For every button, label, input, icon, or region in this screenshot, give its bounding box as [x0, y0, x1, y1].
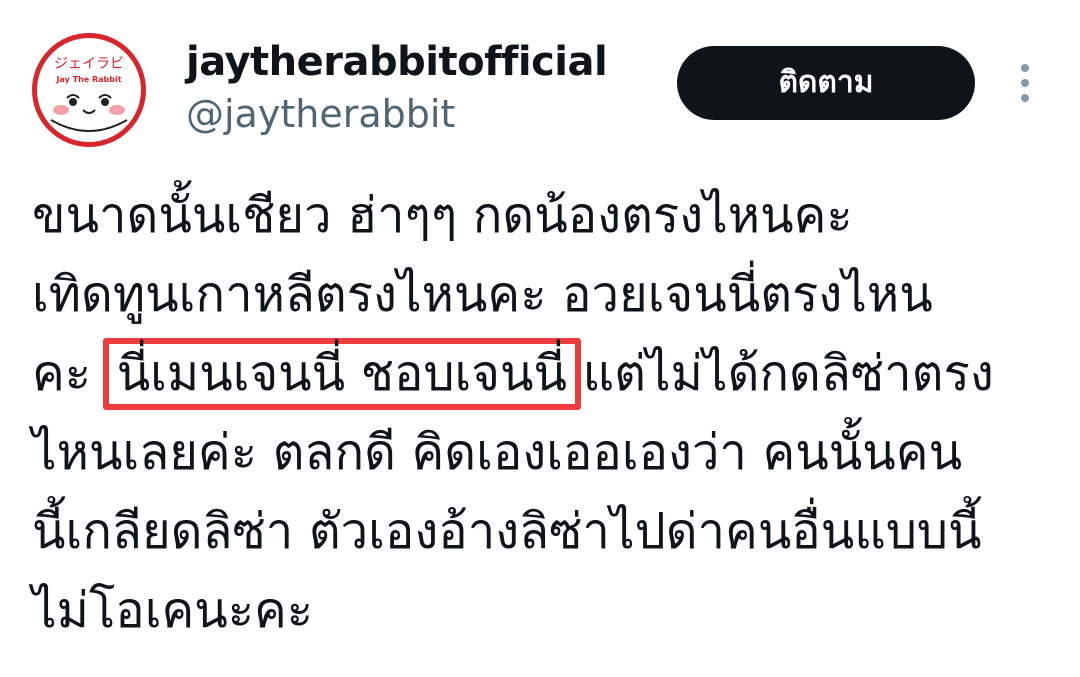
svg-text:Jay The Rabbit: Jay The Rabbit: [55, 75, 121, 84]
tweet-text: ขนาดนั้นเชียว ฮ่าๆๆ กดน้องตรงไหนคะ เทิดท…: [32, 176, 1062, 650]
display-name[interactable]: jaytherabbitofficial: [186, 36, 608, 88]
tweet-text-segment: คะ: [32, 345, 107, 402]
tweet-card: ジェイラビ Jay The Rabbit jaytherabbitofficia…: [0, 0, 1080, 677]
highlighted-text-box: นี่เมนเจนนี่ ชอบเจนนี่: [102, 338, 581, 410]
user-handle[interactable]: @jaytherabbit: [186, 90, 607, 138]
svg-text:ジェイラビ: ジェイラビ: [54, 56, 124, 72]
tweet-line: เทิดทูนเกาหลีตรงไหนคะ อวยเจนนี่ตรงไหน: [32, 266, 933, 323]
tweet-line: ไม่โอเคนะคะ: [32, 582, 314, 639]
rabbit-logo-icon: ジェイラビ Jay The Rabbit: [50, 56, 128, 132]
tweet-line: ไหนเลยค่ะ ตลกดี คิดเองเออเองว่า คนนั้นคน: [32, 424, 963, 481]
tweet-line: คะ นี่เมนเจนนี่ ชอบเจนนี่ แต่ไม่ได้กดลิซ…: [32, 334, 1062, 413]
tweet-line: ขนาดนั้นเชียว ฮ่าๆๆ กดน้องตรงไหนคะ: [32, 187, 853, 244]
user-name-block[interactable]: jaytherabbitofficial @jaytherabbit: [186, 36, 608, 138]
avatar[interactable]: ジェイラビ Jay The Rabbit: [32, 33, 146, 147]
tweet-line: นี้เกลียดลิซ่า ตัวเองอ้างลิซ่าไปด่าคนอื่…: [32, 503, 982, 560]
tweet-text-segment: แต่ไม่ได้กดลิซ่าตรง: [567, 345, 994, 402]
more-vertical-icon[interactable]: [1008, 60, 1042, 106]
follow-button[interactable]: ติดตาม: [677, 46, 975, 120]
